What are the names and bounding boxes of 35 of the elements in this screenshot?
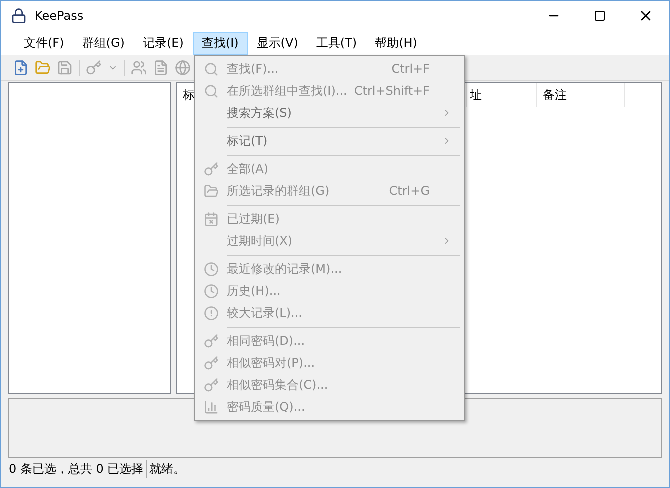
clock-icon	[204, 284, 218, 298]
new-file-icon[interactable]	[13, 60, 29, 76]
folder-icon	[204, 184, 218, 198]
chart-icon	[204, 400, 218, 414]
menu-bar-item[interactable]: 工具(T)	[307, 32, 366, 54]
menu-bar-item[interactable]: 查找(I)	[192, 32, 248, 54]
clock-icon	[204, 262, 218, 276]
key-icon	[204, 356, 218, 370]
alert-icon	[204, 306, 218, 320]
search-icon	[204, 62, 218, 76]
status-text: 就绪。	[148, 461, 186, 478]
window-title: KeePass	[35, 8, 84, 25]
column-header[interactable]: 备注	[537, 83, 625, 107]
key-icon	[204, 162, 218, 176]
menu-item[interactable]: 搜索方案(S)	[195, 102, 462, 124]
key-icon	[204, 378, 218, 392]
maximize-icon	[594, 10, 606, 22]
menu-bar-item[interactable]: 记录(E)	[134, 32, 193, 54]
key-icon[interactable]	[86, 60, 102, 76]
document-icon[interactable]	[153, 60, 169, 76]
folder-icon[interactable]	[35, 60, 51, 76]
menu-item[interactable]: 标记(T)	[195, 130, 462, 152]
menu-bar-item[interactable]: 帮助(H)	[366, 32, 426, 54]
globe-icon[interactable]	[175, 60, 191, 76]
menu-bar-item[interactable]: 群组(G)	[73, 32, 134, 54]
menu-bar-item[interactable]: 文件(F)	[15, 32, 74, 54]
calendar-icon	[204, 212, 218, 226]
status-text: 0 条已选，总共 0 已选择	[9, 460, 147, 478]
app-lock-icon	[11, 8, 27, 24]
search-icon	[204, 84, 218, 98]
menu-bar-item[interactable]: 显示(V)	[248, 32, 308, 54]
column-header[interactable]: 址	[467, 83, 537, 107]
save-icon[interactable]	[57, 60, 73, 76]
users-icon[interactable]	[131, 60, 147, 76]
key-icon	[204, 334, 218, 348]
